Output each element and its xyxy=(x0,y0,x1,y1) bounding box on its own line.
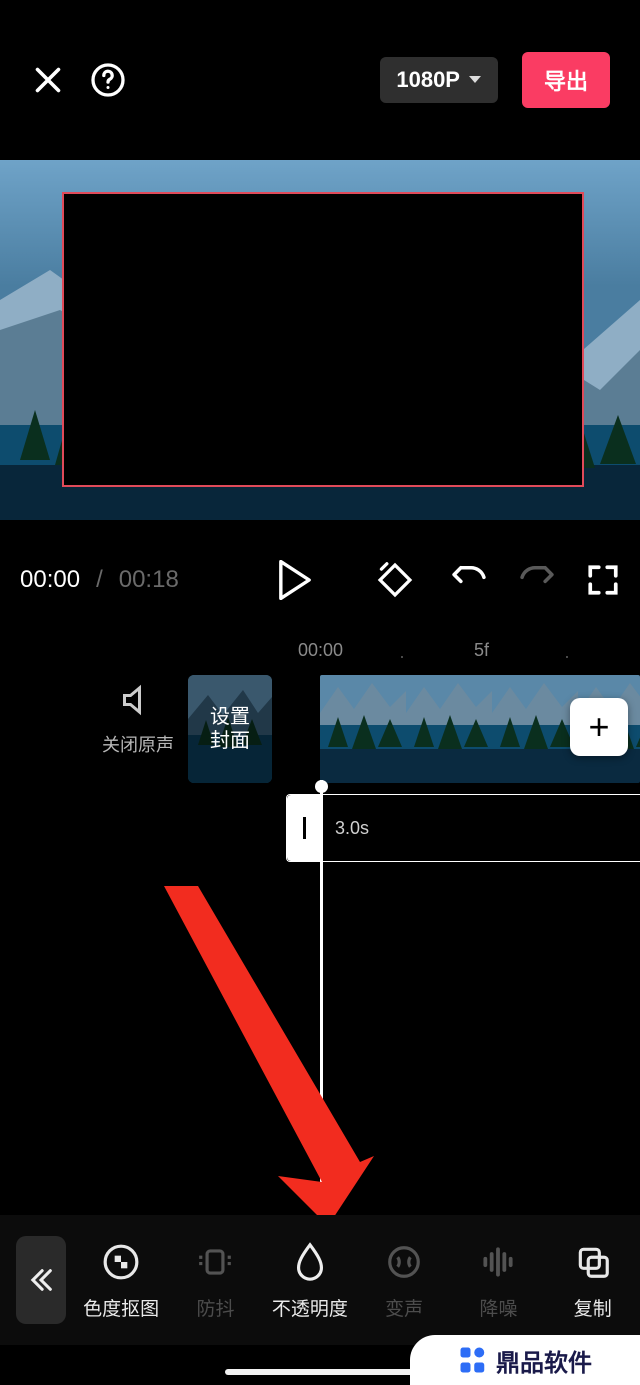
annotation-arrow xyxy=(164,886,374,1226)
preview-canvas[interactable] xyxy=(0,160,640,520)
play-button[interactable] xyxy=(278,560,312,600)
mute-button[interactable] xyxy=(120,682,156,723)
opacity-icon xyxy=(292,1242,328,1282)
time-current: 00:00 xyxy=(20,566,80,594)
close-button[interactable] xyxy=(30,62,66,98)
fullscreen-button[interactable] xyxy=(586,563,620,597)
noise-icon xyxy=(479,1243,517,1281)
voice-icon xyxy=(385,1243,423,1281)
watermark: 鼎品软件 xyxy=(410,1335,640,1385)
home-indicator[interactable] xyxy=(225,1369,415,1375)
ruler-tick: 00:00 xyxy=(298,640,343,661)
selection-frame[interactable] xyxy=(62,192,584,487)
set-cover-button[interactable]: 设置 封面 xyxy=(188,675,272,783)
help-button[interactable] xyxy=(90,62,126,98)
redo-button[interactable] xyxy=(518,563,556,597)
ruler-tick: 5f xyxy=(474,640,489,661)
clip-duration: 3.0s xyxy=(335,818,369,839)
playback-bar: 00:00 / 00:18 xyxy=(0,520,640,640)
copy-icon xyxy=(574,1243,612,1281)
keyframe-button[interactable] xyxy=(376,561,414,599)
export-label: 导出 xyxy=(544,69,588,94)
tool-noise-reduce[interactable]: 降噪 xyxy=(451,1240,545,1321)
resolution-label: 1080P xyxy=(396,67,460,93)
watermark-logo-icon xyxy=(458,1345,488,1375)
bottom-toolbar: 色度抠图 防抖 不透明度 变声 降噪 复制 xyxy=(0,1215,640,1345)
chevron-down-icon xyxy=(468,75,482,85)
overlay-clip[interactable]: 3.0s xyxy=(286,794,640,862)
tool-opacity[interactable]: 不透明度 xyxy=(263,1240,357,1321)
add-clip-button[interactable]: + xyxy=(570,698,628,756)
chroma-icon xyxy=(102,1243,140,1281)
clip-trim-handle[interactable] xyxy=(287,795,321,861)
stabilize-icon xyxy=(196,1243,234,1281)
tool-voice-change[interactable]: 变声 xyxy=(357,1240,451,1321)
resolution-button[interactable]: 1080P xyxy=(380,57,498,103)
export-button[interactable]: 导出 xyxy=(522,52,610,108)
toolbar-collapse-button[interactable] xyxy=(16,1236,66,1324)
mute-label: 关闭原声 xyxy=(102,731,174,757)
tool-copy[interactable]: 复制 xyxy=(546,1240,640,1321)
time-total: 00:18 xyxy=(119,566,179,594)
tool-chroma-key[interactable]: 色度抠图 xyxy=(74,1240,168,1321)
undo-button[interactable] xyxy=(450,563,488,597)
time-sep: / xyxy=(96,566,103,594)
cover-label: 设置 封面 xyxy=(210,705,250,753)
time-ruler[interactable]: 00:00 · 5f · xyxy=(0,640,640,670)
tool-stabilize[interactable]: 防抖 xyxy=(168,1240,262,1321)
